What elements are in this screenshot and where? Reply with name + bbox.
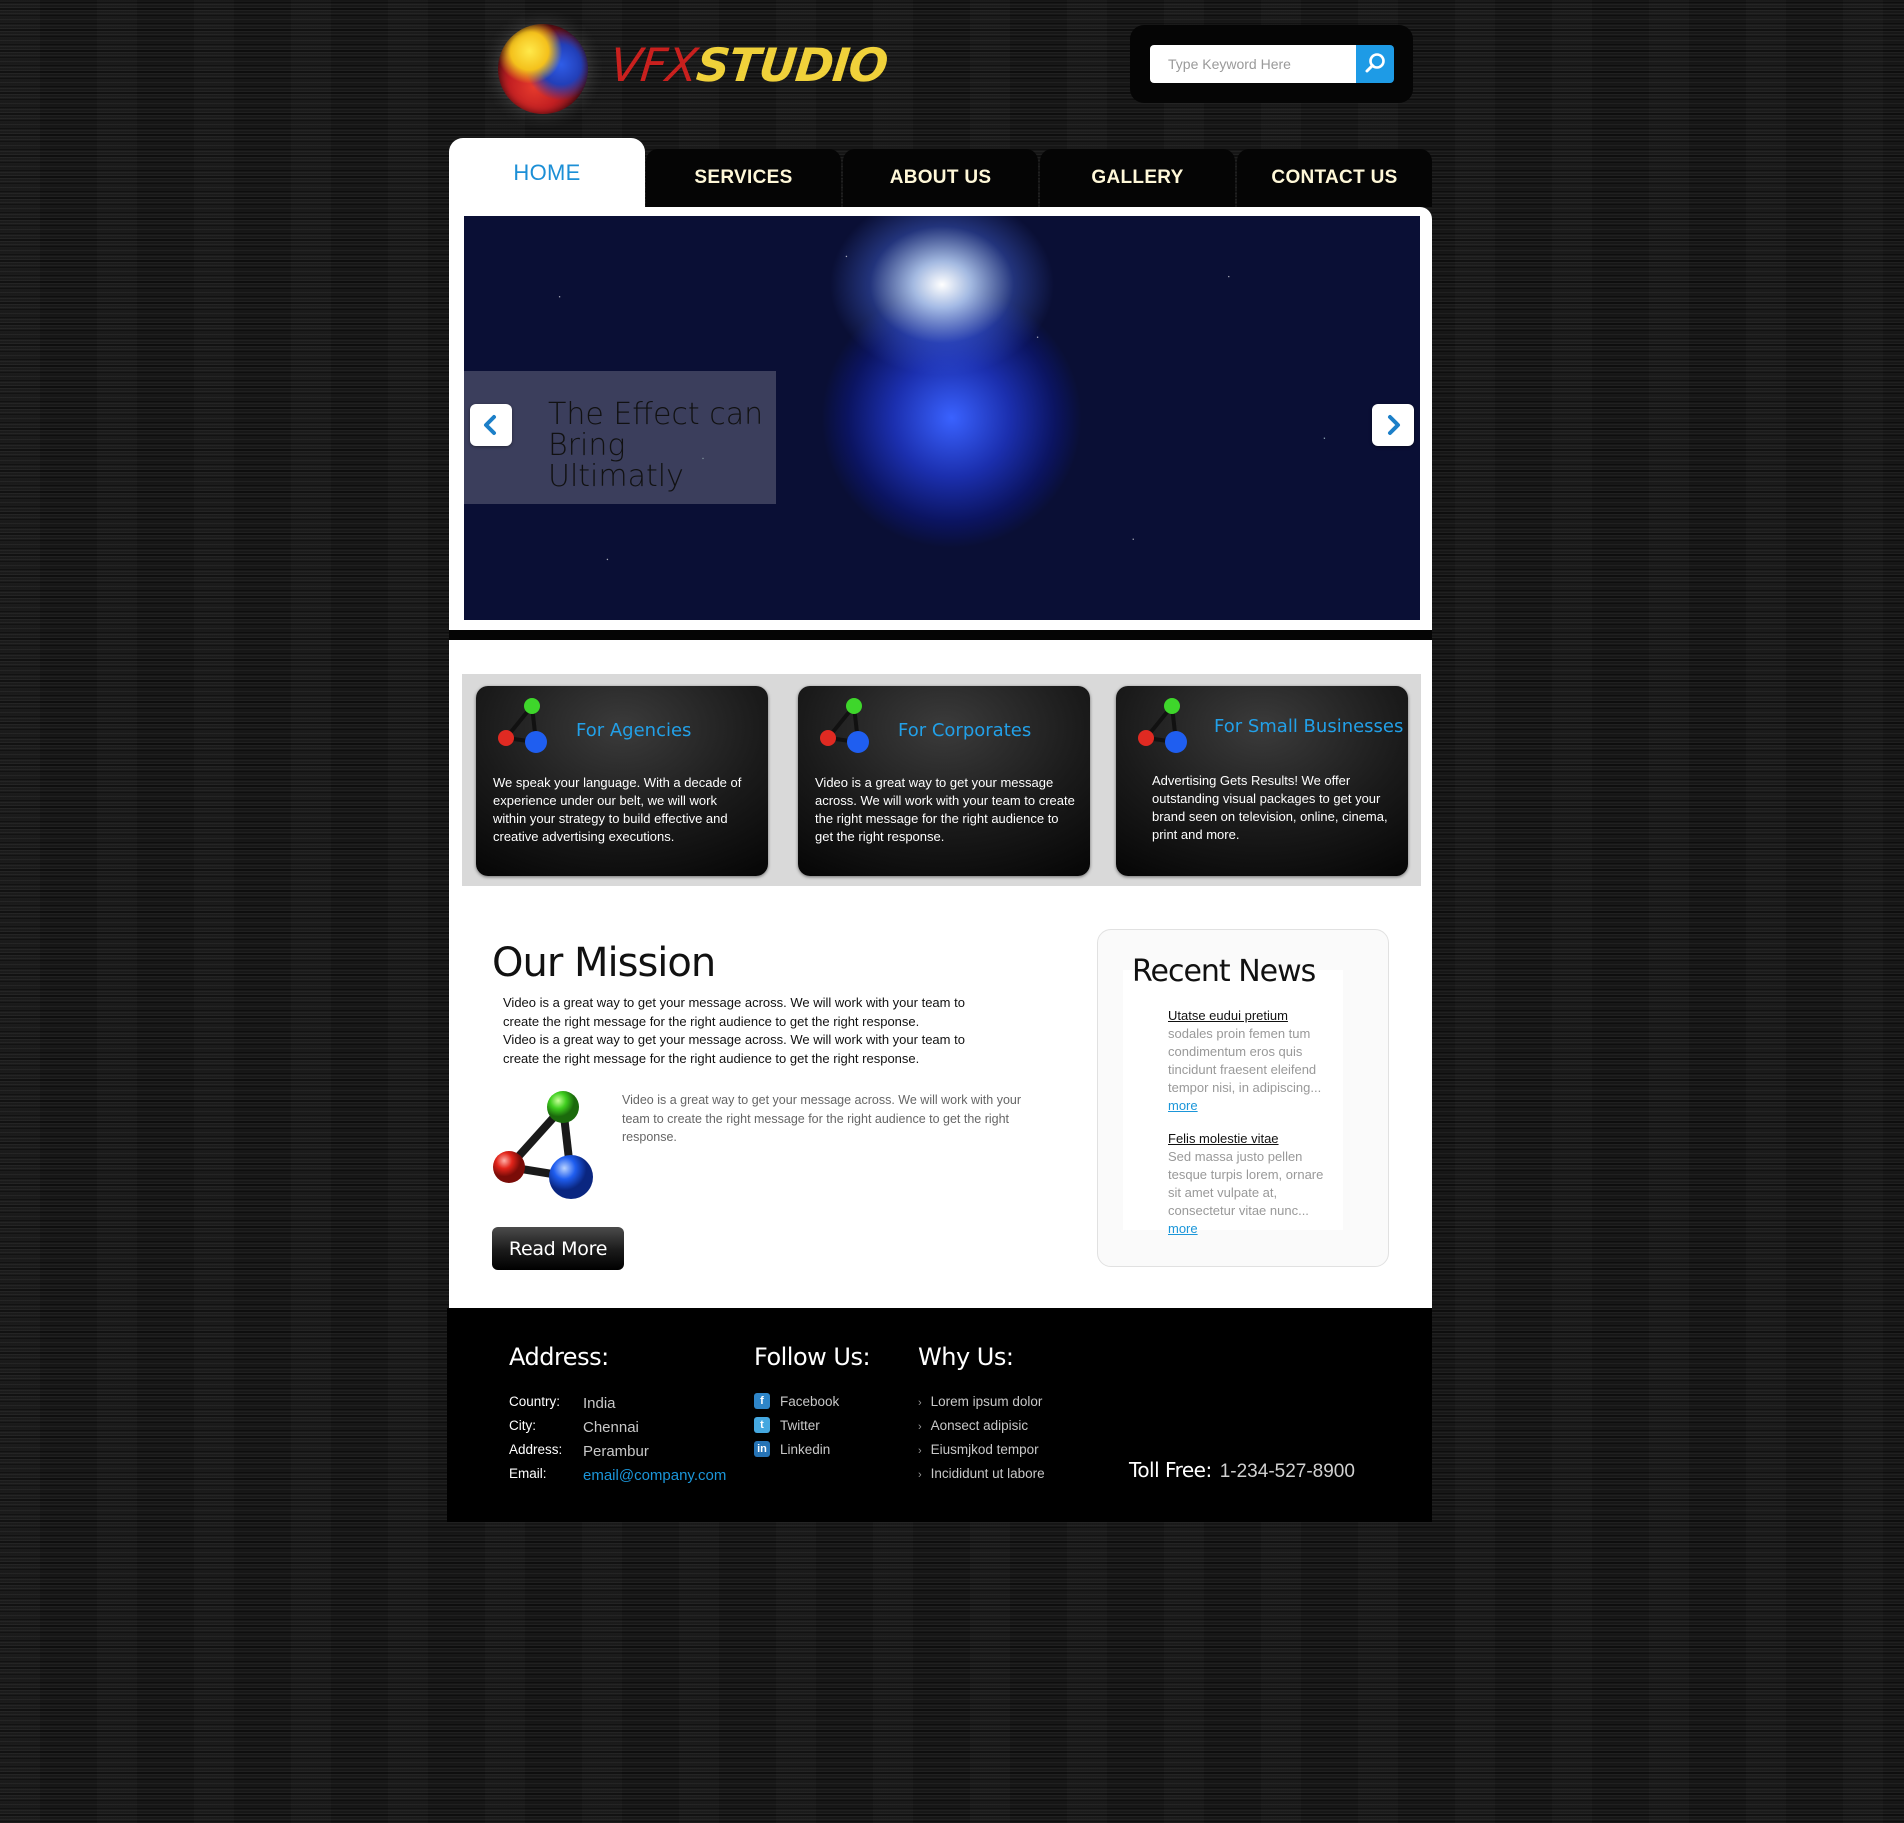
slider-next-button[interactable]: [1372, 404, 1414, 446]
logo-wordmark[interactable]: VFXSTUDIO: [607, 38, 890, 98]
news-heading-link[interactable]: Felis molestie vitae: [1168, 1131, 1279, 1146]
mission-line: create the right message for the right a…: [503, 1050, 920, 1066]
why-link[interactable]: Aonsect adipisic: [931, 1418, 1029, 1433]
chevron-right-icon: ›: [918, 1421, 922, 1433]
why-item[interactable]: › Lorem ipsum dolor: [918, 1393, 1042, 1411]
feature-title: For Agencies: [576, 720, 692, 741]
feature-card-corporates[interactable]: For Corporates Video is a great way to g…: [798, 686, 1090, 876]
why-item[interactable]: › Aonsect adipisic: [918, 1417, 1028, 1435]
nav-contact-us[interactable]: CONTACT US: [1237, 149, 1432, 207]
chevron-left-icon: [484, 415, 496, 435]
twitter-icon: t: [754, 1417, 770, 1433]
mission-line: Video is a great way to get your message…: [503, 995, 965, 1010]
address-value: Perambur: [583, 1443, 649, 1460]
news-body: Sed massa justo pellen tesque turpis lor…: [1168, 1149, 1324, 1218]
city-label: City:: [509, 1418, 536, 1433]
country-value: India: [583, 1395, 616, 1412]
chevron-right-icon: [1388, 415, 1400, 435]
search-box: [1130, 25, 1413, 103]
logo-globe-icon[interactable]: [498, 24, 588, 114]
news-heading-link[interactable]: Utatse eudui pretium: [1168, 1008, 1288, 1023]
footer: [447, 1308, 1432, 1522]
social-linkedin[interactable]: in Linkedin: [754, 1441, 830, 1457]
why-link[interactable]: Lorem ipsum dolor: [931, 1394, 1043, 1409]
nav-home[interactable]: HOME: [449, 138, 645, 207]
slider-divider: [449, 630, 1432, 640]
news-more-link[interactable]: more: [1168, 1098, 1198, 1113]
twitter-link[interactable]: Twitter: [780, 1418, 820, 1433]
feature-title: For Small Businesses: [1214, 716, 1404, 737]
news-item: Utatse eudui pretium sodales proin femen…: [1168, 1007, 1328, 1115]
toll-free-label: Toll Free:: [1129, 1458, 1212, 1482]
logo-prefix: VFX: [607, 38, 700, 92]
feature-card-small-businesses[interactable]: For Small Businesses Advertising Gets Re…: [1116, 686, 1408, 876]
footer-why-title: Why Us:: [918, 1343, 1014, 1371]
why-link[interactable]: Eiusmjkod tempor: [931, 1442, 1039, 1457]
chevron-right-icon: ›: [918, 1469, 922, 1481]
facebook-link[interactable]: Facebook: [780, 1394, 839, 1409]
molecule-icon: [1138, 698, 1187, 753]
read-more-button[interactable]: Read More: [492, 1227, 624, 1270]
address-label: Address:: [509, 1442, 563, 1457]
search-button[interactable]: [1356, 45, 1394, 83]
chevron-right-icon: ›: [918, 1397, 922, 1409]
mission-line: create the right message for the right a…: [503, 1013, 920, 1029]
mission-title: Our Mission: [492, 940, 716, 986]
why-item[interactable]: › Incididunt ut labore: [918, 1465, 1045, 1483]
nav-about-us[interactable]: ABOUT US: [843, 149, 1038, 207]
caption-line-2: Bring Ultimatly: [548, 428, 684, 494]
linkedin-link[interactable]: Linkedin: [780, 1442, 830, 1457]
slide-caption-text: The Effect can Bring Ultimatly: [548, 399, 768, 492]
feature-text: We speak your language. With a decade of…: [493, 775, 742, 844]
email-label: Email:: [509, 1466, 547, 1481]
nav-services[interactable]: SERVICES: [646, 149, 841, 207]
feature-title: For Corporates: [898, 720, 1032, 741]
mission-aside-text: Video is a great way to get your message…: [622, 1093, 1022, 1144]
facebook-icon: f: [754, 1393, 770, 1409]
social-twitter[interactable]: t Twitter: [754, 1417, 820, 1433]
footer-follow-title: Follow Us:: [754, 1343, 871, 1371]
nav-gallery[interactable]: GALLERY: [1040, 149, 1235, 207]
toll-free-number[interactable]: 1-234-527-8900: [1220, 1461, 1355, 1483]
city-value: Chennai: [583, 1419, 639, 1436]
mission-line: Video is a great way to get your message…: [503, 1032, 965, 1047]
molecule-icon: [498, 698, 547, 753]
recent-news-panel: Recent News Utatse eudui pretium sodales…: [1097, 929, 1389, 1267]
social-facebook[interactable]: f Facebook: [754, 1393, 839, 1409]
footer-address-title: Address:: [509, 1343, 609, 1371]
hero-slider: The Effect can Bring Ultimatly: [464, 216, 1420, 620]
molecule-icon: [493, 1091, 593, 1199]
news-title: Recent News: [1132, 954, 1316, 989]
feature-text: Video is a great way to get your message…: [815, 775, 1075, 844]
molecule-icon: [820, 698, 869, 753]
search-input[interactable]: [1150, 45, 1356, 83]
slider-prev-button[interactable]: [470, 404, 512, 446]
why-item[interactable]: › Eiusmjkod tempor: [918, 1441, 1039, 1459]
mission-paragraph-1: Video is a great way to get your message…: [503, 994, 993, 1068]
email-link[interactable]: email@company.com: [583, 1467, 726, 1484]
chevron-right-icon: ›: [918, 1445, 922, 1457]
toll-free: Toll Free: 1-234-527-8900: [1129, 1458, 1355, 1483]
search-icon: [1365, 53, 1385, 73]
news-item: Felis molestie vitae Sed massa justo pel…: [1168, 1130, 1328, 1238]
country-label: Country:: [509, 1394, 561, 1409]
logo-suffix: STUDIO: [693, 38, 890, 92]
news-body: sodales proin femen tum condimentum eros…: [1168, 1026, 1322, 1095]
feature-card-agencies[interactable]: For Agencies We speak your language. Wit…: [476, 686, 768, 876]
feature-text: Advertising Gets Results! We offer outst…: [1152, 773, 1388, 842]
news-more-link[interactable]: more: [1168, 1221, 1198, 1236]
caption-line-1: The Effect can: [548, 397, 764, 432]
why-link[interactable]: Incididunt ut labore: [931, 1466, 1045, 1481]
linkedin-icon: in: [754, 1441, 770, 1457]
